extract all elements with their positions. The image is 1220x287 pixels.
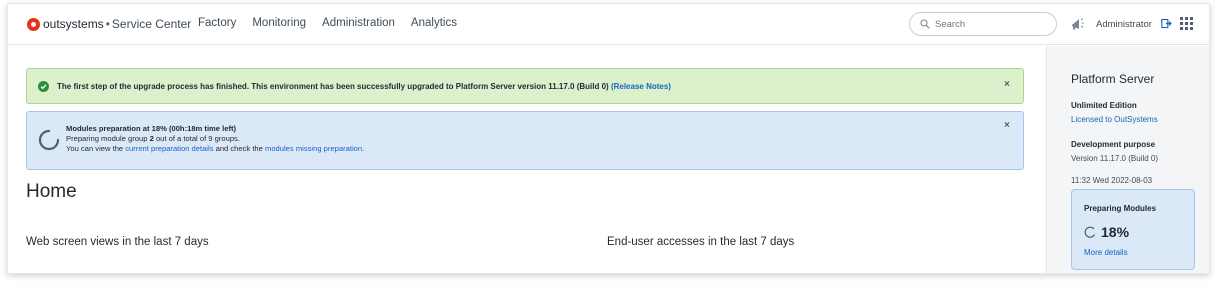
- nav-factory[interactable]: Factory: [198, 17, 236, 29]
- upgrade-success-message: The first step of the upgrade process ha…: [57, 82, 671, 91]
- service-center-window: outsystems • Service Center Factory Moni…: [7, 3, 1210, 274]
- preparing-modules-progress: 18%: [1084, 224, 1129, 240]
- search-icon: [920, 19, 930, 29]
- prep-prefix: Preparing module group: [66, 134, 150, 143]
- loading-spinner-icon: [38, 129, 60, 151]
- app-name: Service Center: [111, 17, 192, 31]
- nav-administration[interactable]: Administration: [322, 17, 395, 29]
- main-content: The first step of the upgrade process ha…: [8, 46, 1046, 273]
- preparing-modules-title: Preparing Modules: [1084, 204, 1157, 213]
- nav-monitoring[interactable]: Monitoring: [252, 17, 306, 29]
- page-title: Home: [26, 181, 77, 202]
- upgrade-success-text: The first step of the upgrade process ha…: [57, 81, 609, 91]
- user-name[interactable]: Administrator: [1096, 19, 1152, 30]
- logout-icon[interactable]: [1161, 18, 1172, 29]
- close-info-alert-button[interactable]: ×: [1004, 120, 1010, 131]
- close-success-alert-button[interactable]: ×: [1004, 79, 1010, 90]
- preparation-details: Modules preparation at 18% (00h:18m time…: [66, 124, 364, 154]
- search-input[interactable]: [935, 18, 1045, 30]
- end-user-accesses-heading: End-user accesses in the last 7 days: [607, 236, 795, 248]
- more-details-link[interactable]: More details: [1084, 248, 1128, 257]
- megaphone-icon[interactable]: [1070, 16, 1086, 32]
- upgrade-success-alert: The first step of the upgrade process ha…: [26, 68, 1024, 104]
- brand-separator: •: [105, 17, 110, 31]
- current-preparation-details-link[interactable]: current preparation details: [125, 144, 213, 153]
- prep-view-prefix: You can view the: [66, 144, 126, 153]
- preparing-modules-card: Preparing Modules 18% More details: [1071, 189, 1195, 270]
- outsystems-logo-icon: [27, 17, 40, 31]
- check-circle-icon: [38, 80, 49, 92]
- search-box[interactable]: [909, 12, 1057, 36]
- release-notes-link[interactable]: (Release Notes): [611, 82, 671, 91]
- main-nav: Factory Monitoring Administration Analyt…: [198, 17, 457, 29]
- preparation-links-line: You can view the current preparation det…: [66, 144, 364, 154]
- brand-name: outsystems: [43, 17, 104, 31]
- top-header: outsystems • Service Center Factory Moni…: [8, 4, 1209, 45]
- purpose-label: Development purpose: [1071, 140, 1156, 149]
- web-screen-views-heading: Web screen views in the last 7 days: [26, 236, 209, 248]
- platform-server-heading: Platform Server: [1071, 72, 1155, 86]
- edition-label: Unlimited Edition: [1071, 101, 1137, 110]
- progress-spinner-icon: [1084, 226, 1096, 238]
- preparing-modules-percent: 18%: [1101, 224, 1130, 240]
- prep-view-mid: and check the: [213, 144, 265, 153]
- version-label: Version 11.17.0 (Build 0): [1071, 154, 1159, 163]
- server-datetime: 11:32 Wed 2022-08-03: [1071, 176, 1153, 185]
- licensed-link[interactable]: Licensed to OutSystems: [1071, 115, 1158, 124]
- apps-grid-icon[interactable]: [1180, 17, 1193, 30]
- nav-analytics[interactable]: Analytics: [411, 17, 457, 29]
- modules-missing-preparation-link[interactable]: modules missing preparation.: [265, 144, 364, 153]
- preparation-progress-line: Preparing module group 2 out of a total …: [66, 134, 364, 144]
- platform-server-panel: Platform Server Unlimited Edition Licens…: [1046, 46, 1209, 273]
- preparation-title: Modules preparation at 18% (00h:18m time…: [66, 124, 237, 133]
- brand-logo[interactable]: outsystems • Service Center: [27, 17, 191, 31]
- modules-preparation-alert: Modules preparation at 18% (00h:18m time…: [26, 111, 1024, 170]
- prep-suffix: out of a total of 9 groups.: [153, 134, 240, 143]
